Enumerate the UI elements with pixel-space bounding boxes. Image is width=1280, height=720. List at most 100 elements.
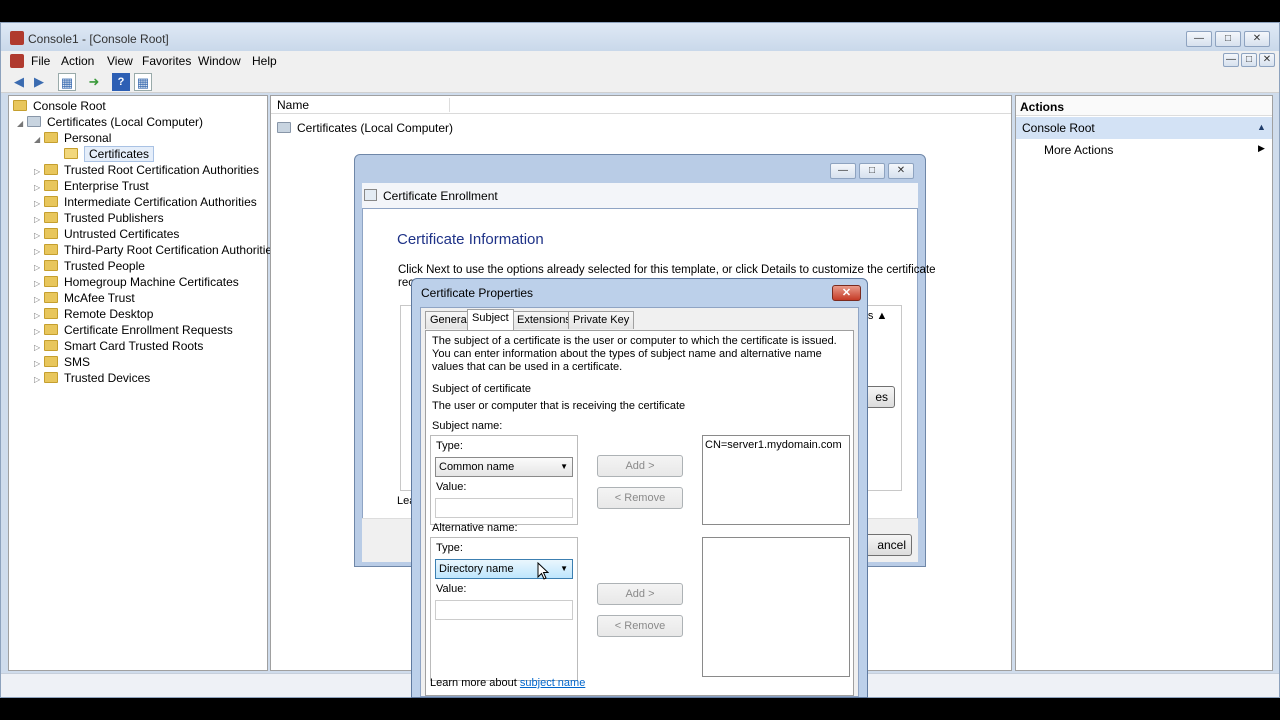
close-icon[interactable]: ✕ <box>1244 31 1270 47</box>
chevron-down-icon: ▼ <box>560 462 568 471</box>
column-header-name[interactable]: Name <box>277 98 309 112</box>
actions-pane: Actions Console Root ▲ More Actions ▶ <box>1015 95 1273 671</box>
tree-node-trusted-publishers[interactable]: ▷ Trusted Publishers <box>34 210 164 226</box>
tree-node-certificates[interactable]: Certificates <box>64 146 155 162</box>
help-icon[interactable]: ? <box>112 73 130 91</box>
tree-node-enrollment-requests[interactable]: ▷ Certificate Enrollment Requests <box>34 322 233 338</box>
tab-extensions[interactable]: Extensions <box>512 311 576 329</box>
subject-name-group: Type: Common name ▼ Value: <box>430 435 578 525</box>
wizard-close-icon[interactable]: ✕ <box>888 163 914 179</box>
list-item[interactable]: Certificates (Local Computer) <box>277 120 453 136</box>
tree-node-untrusted[interactable]: ▷ Untrusted Certificates <box>34 226 179 242</box>
folder-icon <box>44 308 58 319</box>
subject-values-list[interactable]: CN=server1.mydomain.com <box>702 435 850 525</box>
tree-node-third-party-root[interactable]: ▷ Third-Party Root Certification Authorit… <box>34 242 278 258</box>
collapse-up-icon[interactable]: ▲ <box>1257 122 1266 132</box>
actions-header: Actions <box>1016 96 1272 116</box>
more-actions-item[interactable]: More Actions ▶ <box>1044 143 1265 161</box>
submenu-arrow-icon: ▶ <box>1258 143 1265 153</box>
subject-type-label: Type: <box>436 440 463 452</box>
column-divider[interactable] <box>449 98 450 112</box>
menu-window[interactable]: Window <box>198 54 241 68</box>
wizard-minimize-icon[interactable]: — <box>830 163 856 179</box>
wizard-title: Certificate Enrollment <box>383 189 498 203</box>
subject-add-button[interactable]: Add > <box>597 455 683 477</box>
show-hide-tree-icon[interactable]: ▦ <box>58 73 76 91</box>
mmc-app-icon <box>10 31 24 45</box>
tree-node-intermediate-ca[interactable]: ▷ Intermediate Certification Authorities <box>34 194 257 210</box>
subject-type-select[interactable]: Common name ▼ <box>435 457 573 477</box>
tab-private-key[interactable]: Private Key <box>568 311 635 329</box>
tree-node-trusted-devices[interactable]: ▷ Trusted Devices <box>34 370 150 386</box>
tree-node-certificates-local[interactable]: ◢ Certificates (Local Computer) <box>17 114 203 130</box>
export-list-icon[interactable]: ➜ <box>85 73 103 91</box>
child-restore-icon[interactable]: □ <box>1241 53 1257 67</box>
tree-node-personal[interactable]: ◢ Personal <box>34 130 111 146</box>
alt-add-button[interactable]: Add > <box>597 583 683 605</box>
tab-subject[interactable]: Subject <box>467 309 514 330</box>
collapsed-arrow-icon[interactable]: ▷ <box>34 372 44 388</box>
tree-node-console-root[interactable]: Console Root <box>13 98 106 114</box>
subject-subheading: The user or computer that is receiving t… <box>432 400 686 412</box>
folder-icon <box>44 340 58 351</box>
alt-name-label: Alternative name: <box>432 522 518 534</box>
tree-node-smart-card-roots[interactable]: ▷ Smart Card Trusted Roots <box>34 338 203 354</box>
window-title: Console1 - [Console Root] <box>28 32 169 46</box>
alt-type-select[interactable]: Directory name ▼ <box>435 559 573 579</box>
folder-icon <box>44 164 58 175</box>
show-action-pane-icon[interactable]: ▦ <box>134 73 152 91</box>
actions-section[interactable]: Console Root ▲ <box>1016 117 1272 139</box>
menu-view[interactable]: View <box>107 54 133 68</box>
subject-intro: The subject of a certificate is the user… <box>432 335 837 373</box>
wizard-maximize-icon[interactable]: □ <box>859 163 885 179</box>
menu-file[interactable]: File <box>31 54 50 68</box>
expanded-arrow-icon[interactable]: ◢ <box>34 132 44 148</box>
maximize-icon[interactable]: □ <box>1215 31 1241 47</box>
props-body: General Subject Extensions Private Key T… <box>420 307 859 697</box>
folder-icon <box>44 212 58 223</box>
tree-node-enterprise-trust[interactable]: ▷ Enterprise Trust <box>34 178 149 194</box>
folder-icon <box>44 292 58 303</box>
subject-name-link[interactable]: subject name <box>520 677 585 689</box>
subject-remove-button[interactable]: < Remove <box>597 487 683 509</box>
folder-icon <box>44 356 58 367</box>
menu-favorites[interactable]: Favorites <box>142 54 191 68</box>
folder-icon <box>44 244 58 255</box>
tree-node-trusted-root[interactable]: ▷ Trusted Root Certification Authorities <box>34 162 259 178</box>
props-title: Certificate Properties <box>421 286 534 300</box>
alt-remove-button[interactable]: < Remove <box>597 615 683 637</box>
alt-type-label: Type: <box>436 542 463 554</box>
tree-node-sms[interactable]: ▷ SMS <box>34 354 90 370</box>
subject-value-input[interactable] <box>435 498 573 518</box>
child-minimize-icon[interactable]: — <box>1223 53 1239 67</box>
back-icon[interactable]: ◀ <box>10 73 28 91</box>
certificate-icon <box>364 189 377 201</box>
minimize-icon[interactable]: — <box>1186 31 1212 47</box>
props-close-icon[interactable]: ✕ <box>832 285 861 301</box>
certificate-snapin-icon <box>27 116 41 127</box>
forward-icon[interactable]: ▶ <box>30 73 48 91</box>
subject-value-label: Value: <box>436 481 467 493</box>
tree-node-remote-desktop[interactable]: ▷ Remote Desktop <box>34 306 153 322</box>
certificate-properties-dialog: Certificate Properties ✕ General Subject… <box>411 278 868 698</box>
alt-value-input[interactable] <box>435 600 573 620</box>
learn-more-text: Learn more about subject name <box>430 677 586 689</box>
console-menu-icon[interactable] <box>10 54 24 68</box>
tree-node-trusted-people[interactable]: ▷ Trusted People <box>34 258 145 274</box>
menu-help[interactable]: Help <box>252 54 277 68</box>
subject-value-item[interactable]: CN=server1.mydomain.com <box>705 439 847 451</box>
folder-icon <box>44 324 58 335</box>
tree-node-mcafee-trust[interactable]: ▷ McAfee Trust <box>34 290 135 306</box>
list-header: Name <box>271 96 1011 114</box>
menu-action[interactable]: Action <box>61 54 94 68</box>
folder-icon <box>44 276 58 287</box>
expanded-arrow-icon[interactable]: ◢ <box>17 116 27 132</box>
folder-icon <box>13 100 27 111</box>
mouse-cursor-icon <box>537 562 549 580</box>
folder-icon <box>44 180 58 191</box>
folder-icon <box>44 372 58 383</box>
tree-node-homegroup[interactable]: ▷ Homegroup Machine Certificates <box>34 274 239 290</box>
actions-title: Actions <box>1020 100 1065 114</box>
alt-values-list[interactable] <box>702 537 850 677</box>
child-close-icon[interactable]: ✕ <box>1259 53 1275 67</box>
